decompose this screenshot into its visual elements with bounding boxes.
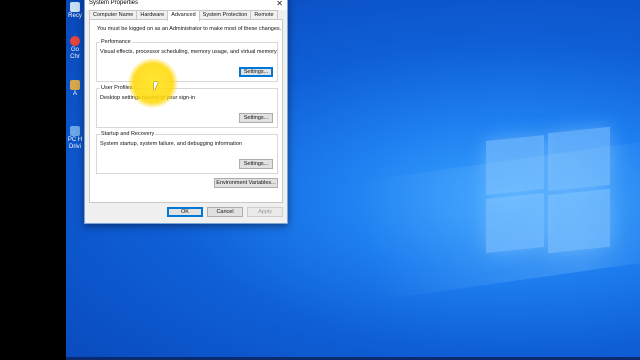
desktop-icon-chrome[interactable]: Go Chr — [66, 36, 84, 61]
shortcut-icon — [70, 80, 80, 90]
dialog-titlebar[interactable]: System Properties ✕ — [85, 0, 287, 10]
chrome-icon — [70, 36, 80, 46]
close-icon[interactable]: ✕ — [276, 0, 283, 10]
mouse-pointer-icon — [154, 82, 158, 91]
startup-recovery-settings-button[interactable]: Settings... — [239, 159, 273, 169]
performance-title: Perfomance — [100, 39, 132, 45]
performance-settings-button[interactable]: Settings... — [239, 67, 273, 77]
desktop-icon-pc-health[interactable]: PC H Drivi — [66, 126, 84, 151]
advanced-tab-panel: You must be logged on as an Administrato… — [89, 19, 283, 203]
windows-logo-wallpaper — [486, 126, 610, 254]
startup-recovery-group: Startup and Recovery System startup, sys… — [96, 131, 278, 174]
performance-group: Perfomance Visual effects, processor sch… — [96, 39, 278, 82]
admin-note: You must be logged on as an Administrato… — [97, 26, 282, 32]
performance-desc: Visual effects, processor scheduling, me… — [100, 49, 277, 55]
logo-pane — [486, 192, 544, 254]
desktop-icon-shortcut[interactable]: A — [66, 80, 84, 98]
letterbox — [0, 0, 66, 360]
environment-variables-button[interactable]: Environment Variables... — [214, 178, 278, 188]
user-profiles-desc: Desktop settings related to your sign-in — [100, 95, 196, 101]
user-profiles-settings-button[interactable]: Settings... — [239, 113, 273, 123]
user-profiles-group: User Profiles Desktop settings related t… — [96, 85, 278, 128]
pc-icon — [70, 126, 80, 136]
apply-button[interactable]: Apply — [247, 207, 283, 217]
dialog-title: System Properties — [89, 0, 139, 6]
startup-recovery-title: Startup and Recovery — [100, 131, 156, 137]
tab-advanced[interactable]: Advanced — [167, 10, 200, 21]
cancel-button[interactable]: Cancel — [207, 207, 243, 217]
recycle-bin-icon — [70, 2, 80, 12]
desktop-icon-recycle-bin[interactable]: Recy — [66, 2, 84, 20]
user-profiles-title: User Profiles — [100, 85, 134, 91]
system-properties-dialog: System Properties ✕ Computer Name Hardwa… — [84, 0, 288, 224]
logo-pane — [548, 126, 610, 192]
startup-recovery-desc: System startup, system failure, and debu… — [100, 141, 242, 147]
logo-pane — [548, 188, 610, 254]
ok-button[interactable]: OK — [167, 207, 203, 217]
logo-pane — [486, 134, 544, 196]
